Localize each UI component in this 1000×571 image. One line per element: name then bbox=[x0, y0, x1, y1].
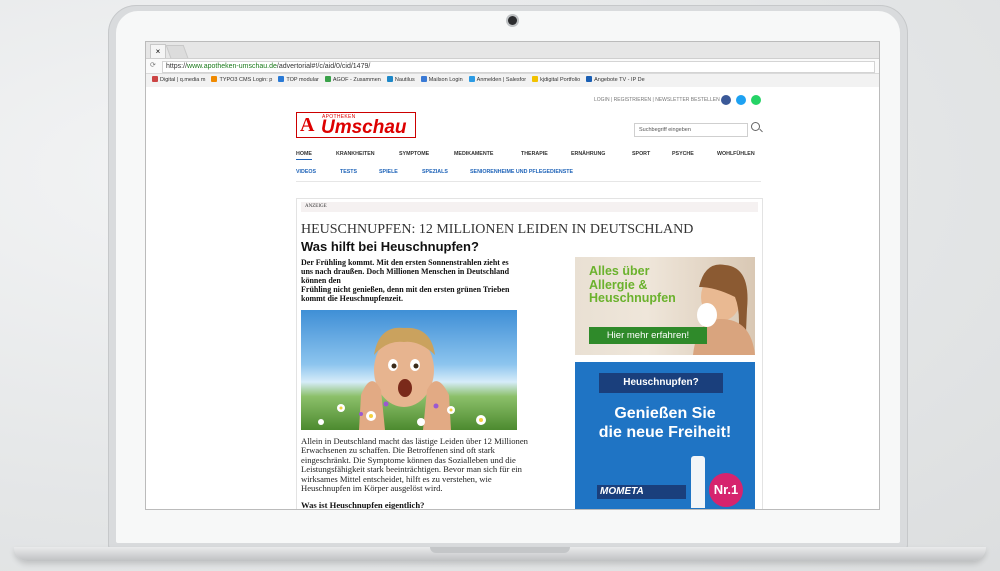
facebook-icon[interactable] bbox=[721, 95, 731, 105]
ad-label: ANZEIGE bbox=[301, 202, 758, 212]
bookmark-label: Angebote TV - IP De bbox=[594, 77, 645, 83]
url-host: www.apotheken-umschau.de bbox=[187, 63, 277, 70]
subnav-item[interactable]: SPEZIALS bbox=[422, 169, 448, 175]
text-line: Der Frühling kommt. Mit den ersten Sonne… bbox=[301, 258, 509, 267]
logo-text: Umschau bbox=[321, 117, 407, 138]
nav-item-home[interactable]: HOME bbox=[296, 151, 312, 160]
nasal-spray-bottle bbox=[691, 456, 705, 508]
subnav-item[interactable]: TESTS bbox=[340, 169, 357, 175]
nav-item-sport[interactable]: SPORT bbox=[632, 151, 650, 157]
text-line: kommt die Heuschnupfenzeit. bbox=[301, 294, 403, 303]
text-line: die neue Freiheit! bbox=[598, 424, 732, 441]
bookmark-item[interactable]: Angebote TV - IP De bbox=[586, 74, 645, 87]
bookmark-label: kjdigital Portfolio bbox=[540, 77, 581, 83]
hayfever-man-photo bbox=[301, 310, 517, 430]
article-lead: Der Frühling kommt. Mit den ersten Sonne… bbox=[301, 258, 559, 303]
divider bbox=[296, 181, 761, 182]
bookmark-label: TOP modular bbox=[286, 77, 319, 83]
subnav-item[interactable]: VIDEOS bbox=[296, 169, 316, 175]
advertorial-box: ANZEIGE HEUSCHNUPFEN: 12 MILLIONEN LEIDE… bbox=[296, 198, 763, 510]
bookmark-favicon-icon bbox=[420, 76, 427, 82]
laptop-notch bbox=[430, 547, 570, 553]
nav-item-krankheiten[interactable]: KRANKHEITEN bbox=[336, 151, 375, 157]
laptop-screen: × ⟳ https://www.apotheken-umschau.de/adv… bbox=[145, 41, 880, 510]
search-icon[interactable] bbox=[751, 122, 760, 131]
bookmark-item[interactable]: TOP modular bbox=[278, 74, 319, 87]
address-input[interactable]: https://www.apotheken-umschau.de/adverto… bbox=[162, 61, 875, 73]
bookmark-favicon-icon bbox=[152, 76, 158, 82]
bookmark-label: Anmelden | Salesfor bbox=[476, 77, 527, 83]
bookmark-item[interactable]: kjdigital Portfolio bbox=[532, 74, 580, 87]
text-line: Heuschnupfen im Körper ausgelöst wird. bbox=[301, 483, 443, 494]
twitter-icon[interactable] bbox=[736, 95, 746, 105]
url-path: /advertorial#!/c/aid/0/cid/1479/ bbox=[276, 63, 371, 70]
nav-item-therapie[interactable]: THERAPIE bbox=[521, 151, 548, 157]
bookmark-item[interactable]: Digital | q.media m bbox=[152, 74, 205, 87]
bookmark-favicon-icon bbox=[586, 76, 593, 82]
number-one-badge: Nr.1 bbox=[709, 473, 743, 507]
article-kicker: HEUSCHNUPFEN: 12 MILLIONEN LEIDEN IN DEU… bbox=[301, 222, 694, 237]
site-logo[interactable]: A APOTHEKEN Umschau bbox=[296, 112, 416, 138]
article-subheading: Was ist Heuschnupfen eigentlich? bbox=[301, 500, 425, 510]
whatsapp-icon[interactable] bbox=[751, 95, 761, 105]
text-line: Heuschnupfen bbox=[589, 291, 676, 305]
allergy-ad-title: Alles über Allergie & Heuschnupfen bbox=[589, 264, 676, 306]
subnav-item[interactable]: SENIORENHEIME UND PFLEGEDIENSTE bbox=[470, 169, 573, 175]
mometa-ad-headline: Genießen Sie die neue Freiheit! bbox=[575, 404, 755, 442]
nav-item-psyche[interactable]: PSYCHE bbox=[672, 151, 694, 157]
account-links[interactable]: LOGIN | REGISTRIEREN | NEWSLETTER BESTEL… bbox=[594, 97, 720, 103]
article-headline: Was hilft bei Heuschnupfen? bbox=[301, 239, 479, 254]
subnav-item[interactable]: SPIELE bbox=[379, 169, 398, 175]
bookmark-favicon-icon bbox=[386, 76, 393, 82]
bookmark-item[interactable]: AGOF - Zusammen bbox=[324, 74, 381, 87]
bookmarks-bar: Digital | q.media m TYPO3 CMS Login: p TOP… bbox=[146, 74, 879, 88]
logo-a-icon: A bbox=[300, 114, 315, 136]
bookmark-favicon-icon bbox=[468, 76, 475, 82]
bookmark-label: AGOF - Zusammen bbox=[332, 77, 381, 83]
bookmark-label: Nautilus bbox=[394, 77, 415, 83]
url-prefix: https:// bbox=[166, 63, 188, 70]
bookmark-label: Digital | q.media m bbox=[160, 77, 206, 83]
learn-more-button[interactable]: Hier mehr erfahren! bbox=[589, 327, 707, 344]
mometa-ad-banner[interactable]: Heuschnupfen? Genießen Sie die neue Freih… bbox=[575, 362, 755, 509]
reload-icon[interactable]: ⟳ bbox=[150, 61, 156, 69]
text-line: Allergie & bbox=[589, 277, 648, 292]
search-input[interactable]: Suchbegriff eingeben bbox=[634, 123, 748, 137]
bookmark-item[interactable]: Anmelden | Salesfor bbox=[468, 74, 527, 87]
bookmark-item[interactable]: TYPO3 CMS Login: p bbox=[211, 74, 272, 87]
article-body: Allein in Deutschland macht das lästige … bbox=[301, 436, 563, 494]
bookmark-item[interactable]: Mailson Login bbox=[420, 74, 463, 87]
text-line: Genießen Sie bbox=[614, 405, 716, 422]
browser-tabbar: × bbox=[146, 42, 879, 59]
text-line: Alles über bbox=[589, 264, 650, 278]
text-line: Frühling nicht genießen, denn mit den er… bbox=[301, 285, 510, 294]
nav-item-ernährung[interactable]: ERNÄHRUNG bbox=[571, 151, 605, 157]
bookmark-label: TYPO3 CMS Login: p bbox=[219, 77, 273, 83]
nav-item-symptome[interactable]: SYMPTOME bbox=[399, 151, 429, 157]
bookmark-favicon-icon bbox=[211, 76, 218, 82]
webcam-icon bbox=[508, 16, 517, 25]
bookmark-label: Mailson Login bbox=[428, 77, 463, 83]
mometa-product-name: MOMETA bbox=[597, 485, 686, 499]
browser-urlbar: ⟳ https://www.apotheken-umschau.de/adver… bbox=[146, 59, 879, 74]
bookmark-item[interactable]: Nautilus bbox=[386, 74, 415, 87]
bookmark-favicon-icon bbox=[532, 76, 539, 82]
web-page: LOGIN | REGISTRIEREN | NEWSLETTER BESTEL… bbox=[146, 87, 879, 509]
mometa-ad-tag: Heuschnupfen? bbox=[599, 373, 723, 393]
allergy-ad-banner[interactable]: Alles über Allergie & Heuschnupfen Hier me… bbox=[575, 257, 755, 355]
nav-item-wohlfühlen[interactable]: WOHLFÜHLEN bbox=[717, 151, 755, 157]
browser-tab-close-icon[interactable]: × bbox=[150, 44, 166, 58]
nav-item-medikamente[interactable]: MEDIKAMENTE bbox=[454, 151, 493, 157]
text-line: können den bbox=[301, 276, 341, 285]
new-tab-button[interactable] bbox=[165, 45, 189, 58]
bookmark-favicon-icon bbox=[324, 76, 331, 82]
bookmark-favicon-icon bbox=[278, 76, 285, 82]
text-line: uns nach draußen. Doch Millionen Mensche… bbox=[301, 267, 510, 276]
